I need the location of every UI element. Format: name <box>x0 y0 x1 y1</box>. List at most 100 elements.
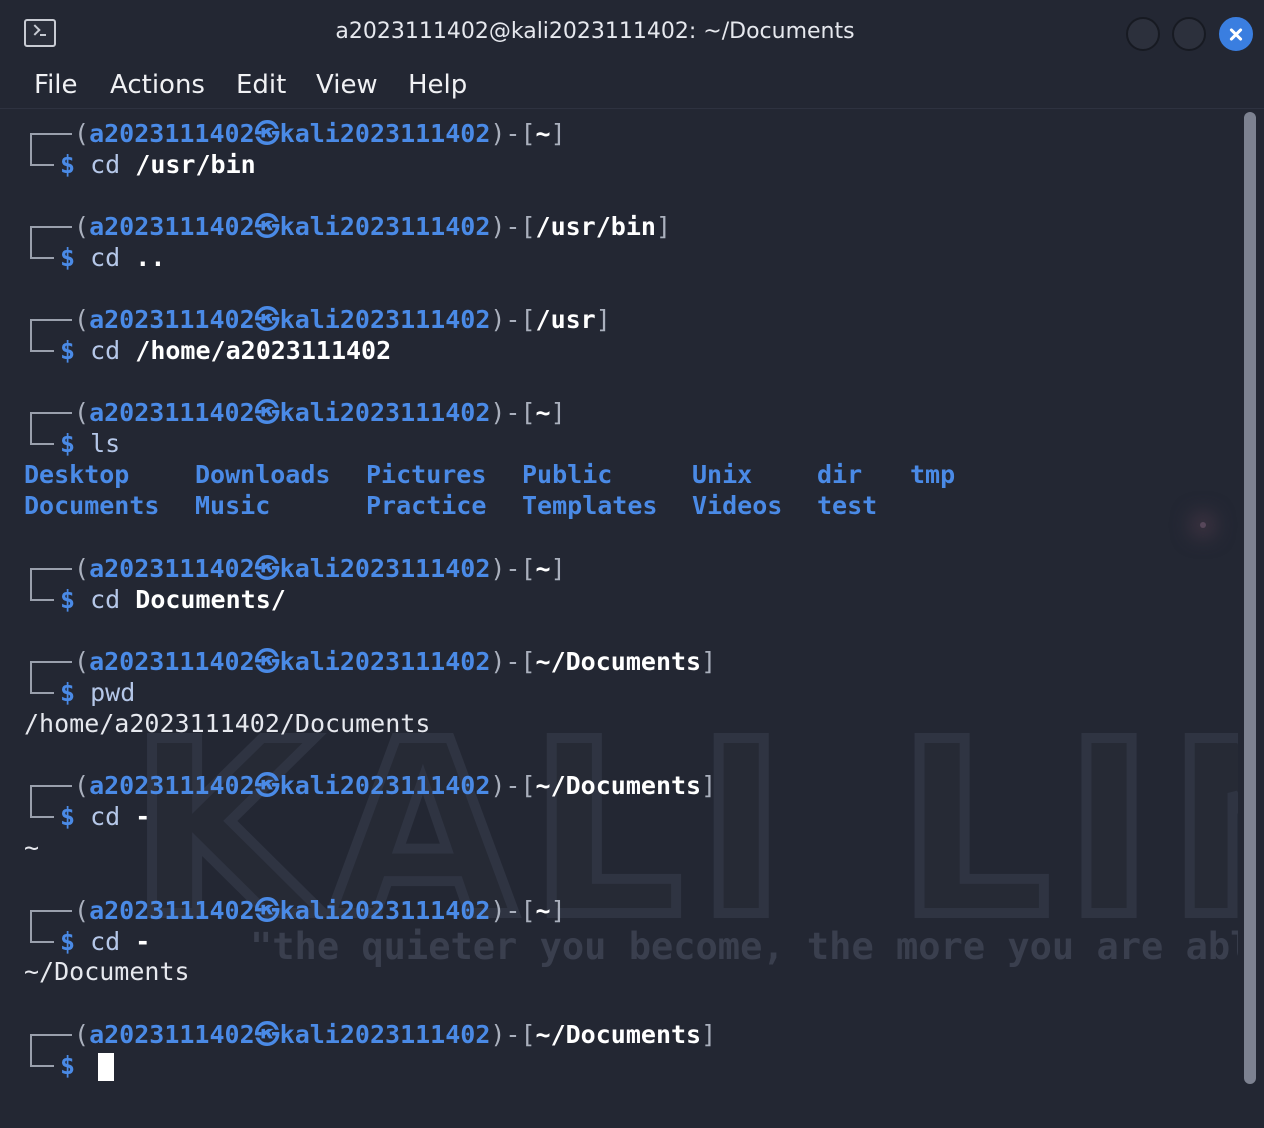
prompt-text: (a2023111402㉿kali2023111402)-[~] <box>74 397 566 428</box>
command-text: $ cd - <box>60 926 150 957</box>
ls-directory[interactable]: Videos <box>692 490 782 521</box>
command-arg: - <box>135 927 151 956</box>
menu-view[interactable]: View <box>316 70 378 100</box>
prompt-user: a2023111402 <box>89 212 255 241</box>
text-cursor[interactable] <box>98 1053 115 1081</box>
prompt-text: (a2023111402㉿kali2023111402)-[/usr/bin] <box>74 211 671 242</box>
close-button[interactable] <box>1219 17 1253 51</box>
prompt-at: ㉿ <box>254 1020 280 1049</box>
prompt-dollar: $ <box>60 678 91 707</box>
prompt-host: kali2023111402 <box>279 1020 491 1049</box>
prompt-user: a2023111402 <box>89 305 255 334</box>
ls-directory[interactable]: tmp <box>910 459 955 490</box>
prompt-dollar: $ <box>60 429 91 458</box>
prompt-close: )-[ <box>490 305 536 334</box>
prompt-at: ㉿ <box>254 398 280 427</box>
prompt-path: ~/Documents <box>535 647 702 676</box>
command-text: $ cd /usr/bin <box>60 149 256 180</box>
prompt-host: kali2023111402 <box>279 119 491 148</box>
prompt-at: ㉿ <box>254 212 280 241</box>
menu-edit[interactable]: Edit <box>236 70 286 100</box>
ls-directory[interactable]: Documents <box>24 490 159 521</box>
prompt-host: kali2023111402 <box>279 647 491 676</box>
prompt-host: kali2023111402 <box>279 305 491 334</box>
prompt-text: (a2023111402㉿kali2023111402)-[~] <box>74 118 566 149</box>
command-name: pwd <box>90 678 136 707</box>
prompt-end: ] <box>655 212 672 241</box>
scrollbar[interactable] <box>1244 112 1256 1084</box>
prompt-close: )-[ <box>490 647 536 676</box>
prompt-open: ( <box>74 305 90 334</box>
prompt-text: (a2023111402㉿kali2023111402)-[/usr] <box>74 304 611 335</box>
prompt-user: a2023111402 <box>89 554 255 583</box>
command-text: $ pwd <box>60 677 135 708</box>
command-output: /home/a2023111402/Documents <box>24 709 431 738</box>
prompt-text: (a2023111402㉿kali2023111402)-[~] <box>74 553 566 584</box>
prompt-user: a2023111402 <box>89 896 255 925</box>
ls-directory[interactable]: Pictures <box>366 459 486 490</box>
wallpaper-tagline: "the quieter you become, the more you ar… <box>250 925 1238 968</box>
prompt-open: ( <box>74 212 90 241</box>
command-arg: /usr/bin <box>135 150 256 179</box>
command-name: cd <box>90 336 121 365</box>
prompt-close: )-[ <box>490 896 536 925</box>
command-arg: /home/a2023111402 <box>135 336 392 365</box>
prompt-open: ( <box>74 554 90 583</box>
command-text: $ cd .. <box>60 242 165 273</box>
prompt-path: /usr/bin <box>535 212 656 241</box>
prompt-at: ㉿ <box>254 647 280 676</box>
prompt-path: ~/Documents <box>535 771 702 800</box>
prompt-dollar: $ <box>60 585 91 614</box>
prompt-path: ~ <box>535 554 551 583</box>
prompt-path: ~ <box>535 398 551 427</box>
command-text: $ <box>60 1050 115 1081</box>
ls-directory[interactable]: Desktop <box>24 459 129 490</box>
prompt-host: kali2023111402 <box>279 554 491 583</box>
prompt-end: ] <box>550 398 566 427</box>
prompt-text: (a2023111402㉿kali2023111402)-[~/Document… <box>74 646 716 677</box>
prompt-at: ㉿ <box>254 119 280 148</box>
menu-help[interactable]: Help <box>408 70 467 100</box>
ls-directory[interactable]: Templates <box>522 490 657 521</box>
prompt-user: a2023111402 <box>89 398 255 427</box>
wallpaper-glow <box>1200 522 1206 528</box>
title-bar[interactable]: a2023111402@kali2023111402: ~/Documents <box>0 0 1264 66</box>
terminal-area[interactable]: KALI LINUX "the quieter you become, the … <box>10 110 1238 1128</box>
prompt-corner-bottom <box>30 584 54 601</box>
prompt-host: kali2023111402 <box>279 398 491 427</box>
command-text: $ cd Documents/ <box>60 584 286 615</box>
prompt-open: ( <box>74 398 90 427</box>
prompt-host: kali2023111402 <box>279 896 491 925</box>
prompt-dollar: $ <box>60 336 91 365</box>
ls-directory[interactable]: Public <box>522 459 612 490</box>
prompt-path: ~ <box>535 896 551 925</box>
prompt-corner-bottom <box>30 149 54 166</box>
command-name: ls <box>90 429 121 458</box>
ls-directory[interactable]: dir <box>817 459 862 490</box>
prompt-end: ] <box>701 1020 717 1049</box>
ls-directory[interactable]: test <box>817 490 877 521</box>
ls-directory[interactable]: Music <box>195 490 270 521</box>
window-title: a2023111402@kali2023111402: ~/Documents <box>335 19 855 44</box>
prompt-at: ㉿ <box>254 896 280 925</box>
ls-directory[interactable]: Practice <box>366 490 486 521</box>
menu-file[interactable]: File <box>34 70 78 100</box>
command-name: cd <box>90 802 121 831</box>
command-name: cd <box>90 927 121 956</box>
prompt-corner-bottom <box>30 428 54 445</box>
prompt-host: kali2023111402 <box>279 212 491 241</box>
prompt-user: a2023111402 <box>89 1020 255 1049</box>
ls-directory[interactable]: Unix <box>692 459 752 490</box>
prompt-user: a2023111402 <box>89 647 255 676</box>
ls-directory[interactable]: Downloads <box>195 459 330 490</box>
minimize-button[interactable] <box>1126 17 1160 51</box>
prompt-at: ㉿ <box>254 305 280 334</box>
prompt-dollar: $ <box>60 1051 91 1080</box>
menu-bar: File Actions Edit View Help <box>0 66 1264 109</box>
prompt-corner-bottom <box>30 926 54 943</box>
prompt-dollar: $ <box>60 150 91 179</box>
command-output: ~ <box>24 833 40 862</box>
menu-actions[interactable]: Actions <box>110 70 205 100</box>
maximize-button[interactable] <box>1172 17 1206 51</box>
prompt-end: ] <box>701 647 717 676</box>
